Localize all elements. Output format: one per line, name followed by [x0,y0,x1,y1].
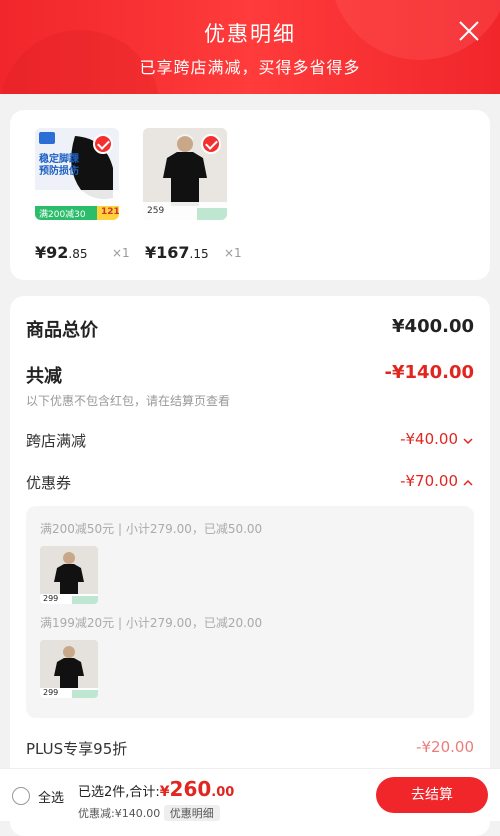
plus-value: -¥20.00 [416,738,474,756]
discount-note: 以下优惠不包含红包，请在结算页查看 [26,394,231,408]
coupon-row[interactable]: 优惠券 -¥70.00 [26,472,474,494]
product-qty: ×1 [112,246,130,260]
discount-detail-card: 商品总价 ¥400.00 共减 -¥140.00 以下优惠不包含红包，请在结算页… [10,296,490,836]
plus-label: PLUS专享95折 [26,740,128,758]
price-badge: 121 [101,207,119,217]
coupon-product-thumb: 299 [40,640,98,698]
cross-store-row[interactable]: 跨店满减 -¥40.00 [26,430,474,452]
price-decimal: .85 [68,247,88,261]
total-label: 商品总价 [26,320,98,341]
coupon-product-thumb: 299 [40,546,98,604]
price-decimal: .15 [189,247,209,261]
coupon-text: 满200减50元 | 小计279.00，已减50.00 [40,522,263,536]
coupon-text: 满199减20元 | 小计279.00，已减20.00 [40,616,263,630]
thumb-price: 299 [43,688,59,697]
chevron-down-icon[interactable] [462,435,474,447]
discount-label: 共减 [26,366,62,387]
price-integer: ¥92 [35,243,69,262]
chevron-up-icon[interactable] [462,477,474,489]
price-integer: ¥167 [145,243,190,262]
saved-amount: 优惠减:¥140.00 [78,807,161,820]
product-qty: ×1 [224,246,242,260]
select-all-radio[interactable] [12,787,30,805]
checkout-button[interactable]: 去结算 [376,777,488,813]
product-price: ¥167.15 [145,243,209,262]
cross-store-label: 跨店满减 [26,432,87,450]
saved-summary: 优惠减:¥140.00 优惠明细 [78,805,220,821]
footer-total-symbol: ¥ [159,784,170,800]
footer-total-int: 260 [169,777,212,801]
discount-header: 优惠明细 已享跨店满减，买得多省得多 [0,0,500,94]
product-image-ankle-support[interactable]: 稳定脚踝 预防损伤 满200减30 121 [35,128,119,220]
coupon-value: -¥70.00 [400,472,458,490]
checked-icon[interactable] [201,134,221,154]
promo-badge: 满200减30 [39,210,86,220]
selected-summary: 已选2件,合计:¥260.00 [78,777,234,801]
price-badge: 259 [147,206,165,216]
total-value: ¥400.00 [392,316,474,337]
selected-prefix: 已选2件,合计: [78,785,160,800]
page-subtitle: 已享跨店满减，买得多省得多 [139,58,361,77]
product-price: ¥92.85 [35,243,88,262]
total-row: 商品总价 ¥400.00 [26,316,474,342]
product-list-card: 稳定脚踝 预防损伤 满200减30 121 ¥92.85 ×1 259 ¥167… [10,110,490,280]
discount-row: 共减 -¥140.00 [26,362,474,388]
coupon-detail-panel: 满200减50元 | 小计279.00，已减50.00 299 满199减20元… [26,506,474,718]
discount-value: -¥140.00 [384,362,474,383]
product-image-text: 稳定脚踝 [39,154,79,165]
detail-tag[interactable]: 优惠明细 [163,805,220,821]
checkout-bar: 全选 已选2件,合计:¥260.00 优惠减:¥140.00 优惠明细 去结算 [0,768,500,821]
checked-icon[interactable] [93,134,113,154]
plus-discount-row: PLUS专享95折 -¥20.00 [26,738,474,760]
thumb-price: 299 [43,594,59,603]
product-image-text: 预防损伤 [39,166,79,177]
select-all-label[interactable]: 全选 [38,787,64,806]
close-icon[interactable] [456,18,482,44]
cross-store-value: -¥40.00 [400,430,458,448]
footer-total-dec: .00 [211,785,235,800]
coupon-label: 优惠券 [26,474,72,492]
product-image-tshirt[interactable]: 259 [143,128,227,220]
page-title: 优惠明细 [204,22,296,46]
